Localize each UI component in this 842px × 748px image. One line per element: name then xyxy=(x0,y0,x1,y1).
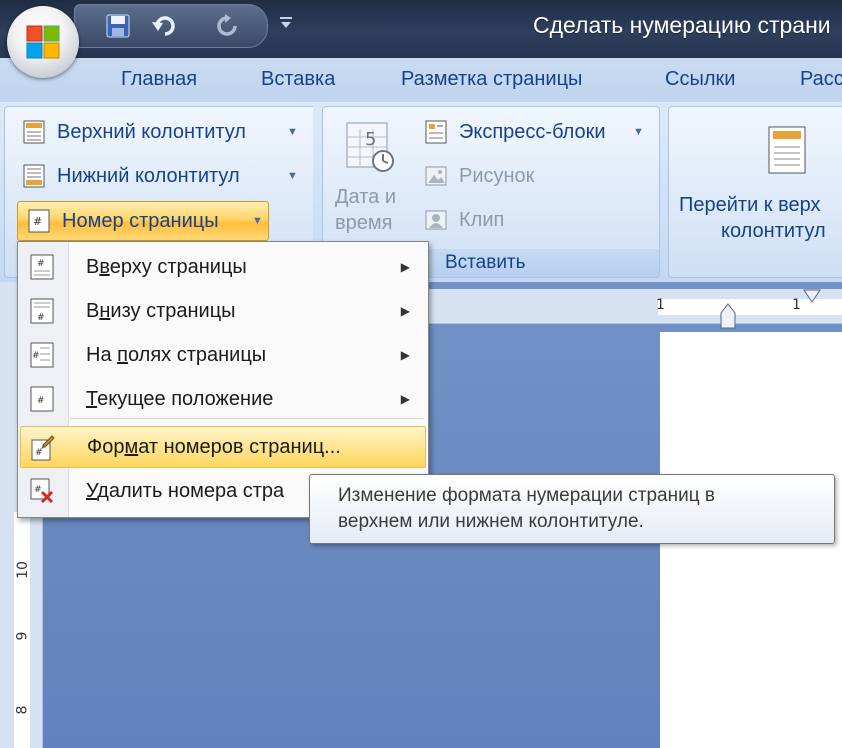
go-to-header-label-2: колонтитул xyxy=(721,220,826,242)
ruler-mark: 9 xyxy=(14,631,31,641)
navigation-group: Перейти к верх колонтитул xyxy=(668,106,842,278)
menu-item-bottom-of-page[interactable]: # Внизу страницы ▶ xyxy=(20,290,424,332)
ribbon-tabs: Главная Вставка Разметка страницы Ссылки… xyxy=(0,58,842,102)
page-number-label: Номер страницы xyxy=(62,210,219,232)
undo-icon[interactable] xyxy=(151,13,177,39)
quick-parts-icon xyxy=(425,120,447,144)
page-number-button[interactable]: # Номер страницы ▼ xyxy=(17,201,269,241)
tab-references[interactable]: Ссылки xyxy=(665,68,735,91)
menu-item-page-margins[interactable]: # На полях страницы ▶ xyxy=(20,334,424,376)
go-to-header-icon xyxy=(768,126,806,174)
svg-text:5: 5 xyxy=(365,129,376,150)
header-label: Верхний колонтитул xyxy=(57,121,246,143)
submenu-arrow-icon: ▶ xyxy=(400,260,410,274)
menu-accelerator: п xyxy=(117,344,128,366)
tooltip-line-1: Изменение формата нумерации страниц в xyxy=(338,485,715,506)
tooltip-line-2: верхнем или нижнем колонтитуле. xyxy=(338,511,644,532)
picture-label: Рисунок xyxy=(459,165,535,187)
calendar-clock-icon: 5 xyxy=(346,122,394,172)
customize-toolbar-icon[interactable] xyxy=(278,16,294,30)
footer-label: Нижний колонтитул xyxy=(57,165,240,187)
svg-text:#: # xyxy=(33,215,42,228)
clip-label: Клип xyxy=(459,209,505,231)
office-logo-icon xyxy=(26,25,60,59)
redo-icon[interactable] xyxy=(215,13,241,39)
svg-text:#: # xyxy=(37,259,45,269)
page-margins-icon: # xyxy=(30,342,54,368)
svg-text:#: # xyxy=(37,313,45,323)
tooltip: Изменение формата нумерации страниц в ве… xyxy=(309,474,835,544)
menu-label: ат номеров страниц... xyxy=(138,436,341,458)
picture-button[interactable]: Рисунок xyxy=(415,157,651,195)
svg-text:#: # xyxy=(34,485,42,495)
current-position-icon: # xyxy=(30,386,54,412)
submenu-arrow-icon: ▶ xyxy=(400,392,410,406)
tab-home[interactable]: Главная xyxy=(121,68,197,91)
menu-label: изу страницы xyxy=(110,300,236,322)
go-to-header-label-1: Перейти к верх xyxy=(679,194,821,216)
svg-text:#: # xyxy=(35,448,43,458)
chevron-down-icon: ▼ xyxy=(252,215,263,227)
date-time-button[interactable]: 5 Дата и время xyxy=(329,113,415,243)
footer-button[interactable]: Нижний колонтитул ▼ xyxy=(13,157,303,195)
submenu-arrow-icon: ▶ xyxy=(400,304,410,318)
menu-accelerator: в xyxy=(99,256,110,278)
tab-page-layout[interactable]: Разметка страницы xyxy=(401,68,582,91)
chevron-down-icon: ▼ xyxy=(287,126,298,138)
picture-icon xyxy=(425,166,447,186)
menu-item-top-of-page[interactable]: # Вверху страницы ▶ xyxy=(20,246,424,288)
footer-icon xyxy=(23,164,45,188)
menu-item-format-page-numbers[interactable]: # Формат номеров страниц... xyxy=(20,426,426,468)
header-button[interactable]: Верхний колонтитул ▼ xyxy=(13,113,303,151)
page-number-icon: # xyxy=(28,209,50,233)
menu-label: ерху страницы xyxy=(109,256,247,278)
svg-text:#: # xyxy=(37,396,45,406)
quick-parts-button[interactable]: Экспресс-блоки ▼ xyxy=(415,113,651,151)
menu-item-current-position[interactable]: # Текущее положение ▶ xyxy=(20,378,424,420)
go-to-header-button[interactable]: Перейти к верх колонтитул xyxy=(669,113,842,243)
first-line-indent-icon[interactable] xyxy=(802,289,822,303)
menu-accelerator: н xyxy=(99,300,111,322)
ruler-mark: 1 xyxy=(656,297,665,313)
save-icon[interactable] xyxy=(105,13,131,39)
clip-button[interactable]: Клип xyxy=(415,201,651,239)
title-bar: Сделать нумерацию страни xyxy=(0,0,842,58)
remove-page-numbers-icon: # xyxy=(30,478,54,504)
top-of-page-icon: # xyxy=(30,254,54,280)
ruler-mark: 10 xyxy=(14,561,31,579)
indent-marker-icon[interactable] xyxy=(720,303,736,329)
quick-access-toolbar xyxy=(74,4,268,48)
svg-text:#: # xyxy=(32,351,40,361)
header-icon xyxy=(23,120,45,144)
menu-label: Фор xyxy=(87,436,125,458)
format-page-numbers-icon: # xyxy=(31,435,55,461)
menu-label: В xyxy=(86,300,100,322)
submenu-arrow-icon: ▶ xyxy=(400,348,410,362)
chevron-down-icon: ▼ xyxy=(633,126,644,138)
menu-label: далить номера стра xyxy=(97,480,285,502)
office-button[interactable] xyxy=(7,6,79,78)
chevron-down-icon: ▼ xyxy=(287,170,298,182)
menu-separator xyxy=(70,418,424,419)
menu-label: В xyxy=(86,256,100,278)
date-time-label-1: Дата и xyxy=(335,186,397,208)
menu-label: олях страницы xyxy=(127,344,267,366)
menu-accelerator: У xyxy=(86,480,98,502)
ruler-mark: 8 xyxy=(14,705,31,715)
bottom-of-page-icon: # xyxy=(30,298,54,324)
date-time-label-2: время xyxy=(335,212,393,234)
ruler-mark: 1 xyxy=(792,297,801,313)
window-title: Сделать нумерацию страни xyxy=(533,12,831,38)
menu-label: екущее положение xyxy=(97,388,274,410)
menu-label: На xyxy=(86,344,118,366)
quick-parts-label: Экспресс-блоки xyxy=(459,121,606,143)
tab-insert[interactable]: Вставка xyxy=(261,68,335,91)
clip-art-icon xyxy=(425,210,447,230)
menu-accelerator: Т xyxy=(86,388,98,410)
tab-mailings[interactable]: Расс xyxy=(800,68,842,91)
menu-accelerator: м xyxy=(124,436,139,458)
